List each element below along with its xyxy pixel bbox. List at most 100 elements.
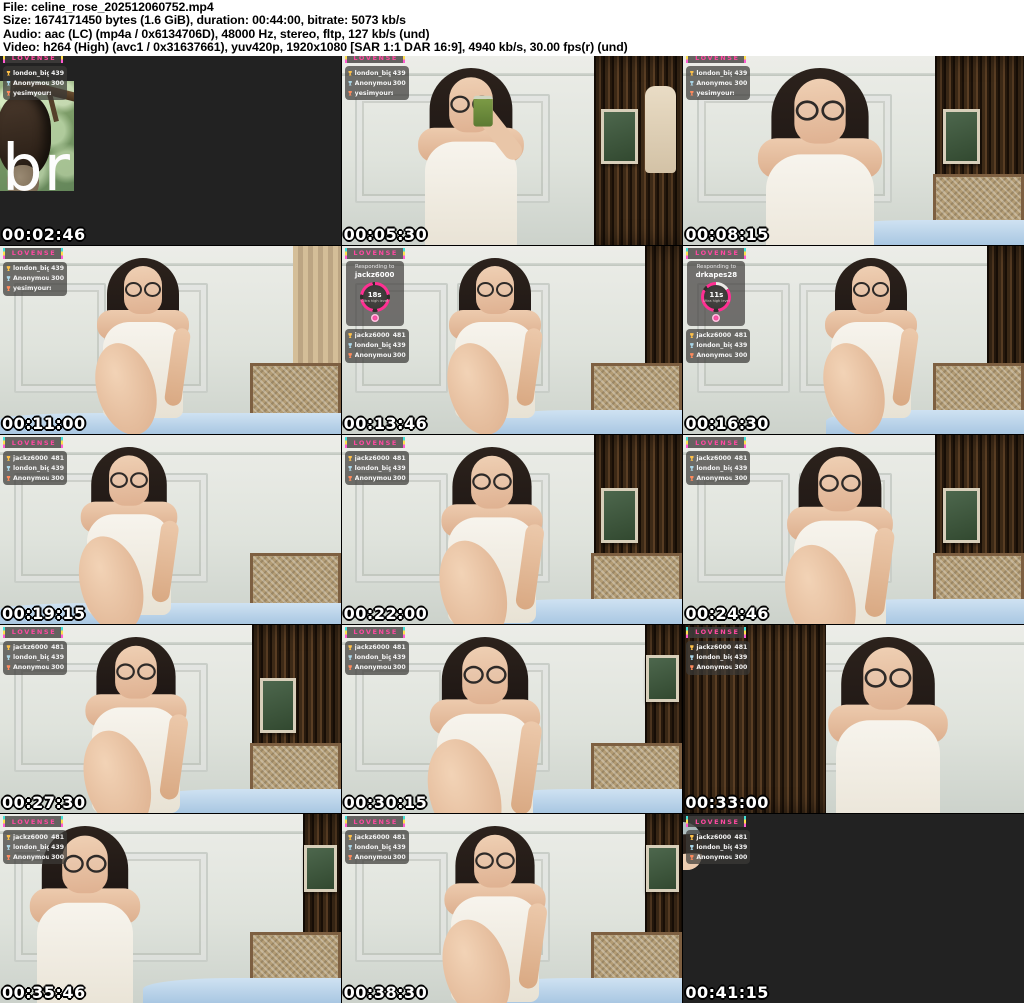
tipper-name: jackz6000 — [696, 644, 732, 652]
bronze-trophy-icon — [348, 665, 352, 671]
thumbnail-cell[interactable]: LOVENSE Responding to jackz6000 18s Ultra hi… — [341, 245, 683, 435]
tip-amount: 300 — [392, 664, 406, 672]
lovense-banner: LOVENSE — [3, 247, 63, 259]
timestamp-label: 00:27:30 — [2, 793, 86, 813]
tip-amount: 300 — [734, 79, 748, 87]
silver-trophy-icon — [690, 343, 694, 349]
face — [124, 265, 163, 314]
picture-frame — [304, 844, 338, 893]
tip-leaderboard: jackz6000481london_bigdick439Anonymous30… — [686, 451, 751, 486]
tipper-name: Anonymous — [354, 664, 391, 672]
thumbnail-cell[interactable]: LOVENSE jackz6000481london_bigdick439Anon… — [683, 624, 1024, 814]
tipper-name: london_bigdick — [354, 843, 391, 851]
tip-leaderboard: jackz6000481london_bigdick439Anonymous30… — [686, 328, 751, 363]
glasses-icon — [496, 852, 515, 870]
thumbnail-cell[interactable]: brb LOVENSE london_bigdick439Anonymous300y… — [0, 56, 341, 245]
leaderboard-row: Anonymous300 — [689, 852, 747, 862]
timestamp-label: 00:41:15 — [685, 983, 769, 1002]
tip-amount: 439 — [51, 265, 64, 273]
tip-amount: 300 — [734, 853, 748, 861]
lovense-banner: LOVENSE — [3, 816, 63, 828]
bronze-trophy-icon — [348, 475, 352, 481]
silver-trophy-icon — [690, 465, 694, 471]
bronze-trophy-icon — [6, 90, 11, 96]
timer-level-label: Ultra high level — [361, 298, 388, 303]
face — [62, 835, 108, 894]
gold-trophy-icon — [690, 834, 694, 840]
bronze-trophy-icon — [6, 665, 11, 671]
tip-amount: 481 — [392, 833, 406, 841]
lovense-banner-label: LOVENSE — [695, 56, 740, 62]
leaderboard-row: yesimyoursplease250 — [6, 284, 64, 294]
tipper-name: london_bigdick — [696, 69, 733, 77]
thumbnail-cell[interactable]: LOVENSE jackz6000481london_bigdick439Anon… — [0, 435, 341, 624]
thumbnail-cell[interactable]: LOVENSE jackz6000481london_bigdick439Anon… — [683, 435, 1024, 624]
tip-leaderboard: jackz6000481london_bigdick439Anonymous30… — [686, 640, 751, 675]
face — [475, 265, 514, 314]
thumbnail-cell[interactable]: LOVENSElondon_bigdick439Anonymous300yesi… — [0, 245, 341, 435]
leaderboard-row: jackz6000 481 — [348, 331, 406, 341]
silver-trophy-icon — [690, 80, 694, 86]
glasses-icon — [144, 281, 162, 297]
responding-panel: Responding to drkapes28 11s Ultra high leve… — [687, 260, 746, 326]
lovense-banner: LOVENSE — [344, 437, 405, 449]
dark-corner — [683, 840, 685, 871]
video-info-line: Video: h264 (High) (avc1 / 0x31637661), … — [3, 39, 628, 54]
tipper-name: jackz6000 — [13, 454, 48, 462]
leaderboard-row: london_bigdick439 — [689, 463, 747, 473]
thumbnail-cell[interactable]: LOVENSE jackz6000481london_bigdick439Anon… — [0, 624, 341, 814]
tip-amount: 439 — [51, 464, 64, 472]
lovense-banner-label: LOVENSE — [353, 249, 398, 258]
tip-amount: 481 — [51, 644, 64, 652]
tipper-name: jackz6000 — [354, 644, 390, 652]
thumbnail-cell[interactable]: LOVENSE jackz6000481london_bigdick439Anon… — [341, 435, 683, 624]
stream-overlay: LOVENSE jackz6000481london_bigdick439Anon… — [344, 816, 409, 865]
tip-amount: 439 — [51, 843, 64, 851]
tipper-name: Anonymous — [696, 474, 733, 482]
thumbnail-cell[interactable]: LOVENSE jackz6000481london_bigdick439Anon… — [0, 814, 341, 1003]
thumbnail-cell[interactable]: LOVENSElondon_bigdick439Anonymous300yesi… — [341, 56, 683, 245]
wall-panel — [355, 472, 448, 583]
leaderboard-row: Anonymous300 — [689, 663, 747, 673]
silver-trophy-icon — [348, 465, 352, 471]
thumbnail-grid: brbLOVENSElondon_bigdick439Anonymous300y… — [0, 56, 1024, 1003]
stream-overlay: LOVENSE jackz6000481london_bigdick439Anon… — [344, 626, 409, 675]
leaderboard-row: Anonymous300 — [6, 78, 64, 88]
thumbnail-cell[interactable]: LOVENSE jackz6000481london_bigdick439Anon… — [341, 624, 683, 814]
thumbnail-cell[interactable]: LOVENSE jackz6000481london_bigdick439Anon… — [683, 814, 1024, 1003]
leaderboard-row: london_bigdick439 — [348, 653, 406, 663]
thumbnail-cell[interactable]: LOVENSE Responding to drkapes28 11s Ultra hi… — [683, 245, 1024, 435]
lovense-banner-label: LOVENSE — [11, 817, 57, 826]
tipper-name: jackz6000 — [13, 833, 48, 841]
thumbnail-cell[interactable]: LOVENSE jackz6000481london_bigdick439Anon… — [341, 814, 683, 1003]
timer-gauge-center: 18s Ultra high level — [361, 284, 388, 309]
leaderboard-row: london_bigdick439 — [689, 341, 747, 351]
lovense-banner-label: LOVENSE — [11, 249, 57, 258]
tip-leaderboard: jackz6000481london_bigdick439Anonymous30… — [344, 328, 409, 363]
timestamp-label: 00:35:46 — [2, 983, 86, 1002]
thumbnail-cell[interactable]: LOVENSElondon_bigdick439Anonymous300yesi… — [683, 56, 1024, 245]
bronze-trophy-icon — [6, 286, 11, 292]
wall-panel — [355, 852, 448, 962]
tipper-name: Anonymous — [13, 664, 50, 672]
picture-frame — [943, 487, 980, 544]
lovense-banner: LOVENSE — [344, 56, 405, 63]
tipper-name: jackz6000 — [354, 833, 390, 841]
leaderboard-row: jackz6000 481 — [689, 643, 747, 653]
timestamp-label: 00:30:15 — [343, 793, 428, 813]
brb-text: brb — [2, 131, 74, 191]
tipper-name: Anonymous — [354, 79, 391, 87]
glasses-icon — [492, 473, 512, 491]
picture-frame — [645, 654, 679, 703]
tipper-name: london_bigdick — [354, 69, 391, 77]
tip-amount: 439 — [392, 464, 406, 472]
tipper-name: Anonymous — [13, 853, 50, 861]
glasses-icon — [819, 474, 839, 493]
leaderboard-row: jackz6000 481 — [6, 643, 64, 653]
timestamp-label: 00:11:00 — [2, 414, 86, 434]
tip-leaderboard: jackz6000481london_bigdick439Anonymous30… — [344, 830, 409, 865]
tank-top — [765, 154, 874, 245]
timestamp-label: 00:38:30 — [343, 983, 428, 1002]
leaderboard-row: Anonymous300 — [6, 663, 64, 673]
lovense-banner: LOVENSE — [686, 437, 747, 449]
